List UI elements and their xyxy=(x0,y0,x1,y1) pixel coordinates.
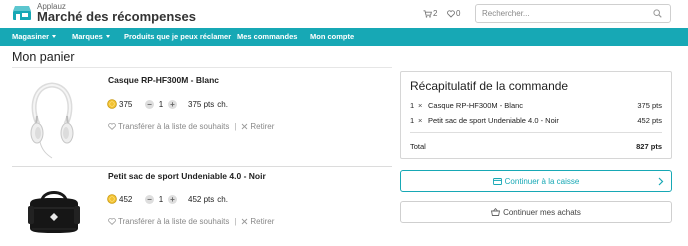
line-total-value: 452 pts xyxy=(188,194,215,204)
heart-icon xyxy=(447,10,455,18)
remove-label: Retirer xyxy=(250,122,275,131)
close-icon xyxy=(242,123,248,130)
cart-item: Casque RP-HF300M - Blanc 375 − 1 + 375 p… xyxy=(12,68,392,166)
total-value: 827 pts xyxy=(636,142,662,151)
checkout-button[interactable]: Continuer à la caisse xyxy=(400,170,672,192)
wishlist-link[interactable]: 0 xyxy=(447,9,460,19)
nav-item-account[interactable]: Mon compte xyxy=(310,28,354,46)
checkout-label: Continuer à la caisse xyxy=(504,176,580,186)
summary-title: Récapitulatif de la commande xyxy=(410,79,569,93)
cart-count: 2 xyxy=(433,9,438,18)
summary-item-points: 452 pts xyxy=(637,116,662,125)
summary-item-name: Casque RP-HF300M - Blanc xyxy=(428,101,524,110)
summary-row: 1 × Petit sac de sport Undeniable 4.0 - … xyxy=(410,116,662,127)
credit-card-icon xyxy=(492,177,502,185)
unit-points: 452 xyxy=(119,194,133,204)
line-total: 375 pts ch. xyxy=(188,100,228,109)
line-total-unit: ch. xyxy=(217,99,228,109)
line-total: 452 pts ch. xyxy=(188,195,228,204)
nav-brands-label: Marques xyxy=(72,32,103,41)
nav-item-claimable[interactable]: Produits que je peux réclamer xyxy=(124,28,231,46)
search-box xyxy=(475,4,671,23)
summary-item-points: 375 pts xyxy=(637,101,662,110)
price-row: 452 − 1 + 452 pts ch. xyxy=(107,193,228,205)
search-input[interactable] xyxy=(476,5,652,22)
unit-points: 375 xyxy=(119,99,133,109)
remove-item-link[interactable]: Retirer xyxy=(241,122,274,131)
duffel-bag-product-image[interactable] xyxy=(26,184,82,240)
heart-icon xyxy=(108,218,116,225)
move-to-wishlist-link[interactable]: Transférer à la liste de souhaits xyxy=(108,122,229,131)
chevron-right-icon xyxy=(658,177,664,186)
divider xyxy=(410,132,662,133)
top-header: Applauz Marché des récompenses 2 0 xyxy=(0,0,688,28)
action-separator: | xyxy=(234,122,237,131)
line-total-value: 375 pts xyxy=(188,99,215,109)
product-name[interactable]: Casque RP-HF300M - Blanc xyxy=(108,75,219,85)
product-name[interactable]: Petit sac de sport Undeniable 4.0 - Noir xyxy=(108,171,266,181)
quantity-decrease-button[interactable]: − xyxy=(145,194,154,204)
cart-item: Petit sac de sport Undeniable 4.0 - Noir… xyxy=(12,167,392,246)
quantity-value: 1 xyxy=(158,99,164,109)
chevron-down-icon xyxy=(52,35,57,38)
move-to-wishlist-label: Transférer à la liste de souhaits xyxy=(118,122,230,131)
shopping-basket-icon xyxy=(491,208,501,216)
nav-item-brands[interactable]: Marques xyxy=(72,28,110,46)
move-to-wishlist-link[interactable]: Transférer à la liste de souhaits xyxy=(108,217,229,226)
quantity-value: 1 xyxy=(158,194,164,204)
search-icon[interactable] xyxy=(653,9,662,18)
times-sign: × xyxy=(418,101,423,110)
wishlist-count: 0 xyxy=(456,9,461,18)
heart-icon xyxy=(108,123,116,130)
continue-shopping-button[interactable]: Continuer mes achats xyxy=(400,201,672,223)
nav-item-orders[interactable]: Mes commandes xyxy=(237,28,297,46)
remove-item-link[interactable]: Retirer xyxy=(241,217,274,226)
close-icon xyxy=(242,218,248,225)
page-title: Mon panier xyxy=(12,50,75,64)
points-coin-icon xyxy=(107,99,117,109)
points-coin-icon xyxy=(107,194,117,204)
main-nav: Magasiner Marques Produits que je peux r… xyxy=(0,28,688,46)
brand-title[interactable]: Marché des récompenses xyxy=(37,9,196,24)
item-actions: Transférer à la liste de souhaits | Reti… xyxy=(108,122,274,131)
price-row: 375 − 1 + 375 pts ch. xyxy=(107,98,228,110)
remove-label: Retirer xyxy=(250,217,275,226)
item-actions: Transférer à la liste de souhaits | Reti… xyxy=(108,217,274,226)
headphones-product-image[interactable] xyxy=(26,80,78,160)
order-summary: Récapitulatif de la commande 1 × Casque … xyxy=(400,71,672,159)
cart-link[interactable]: 2 xyxy=(423,9,437,19)
nav-item-shop[interactable]: Magasiner xyxy=(12,28,57,46)
store-icon[interactable] xyxy=(12,5,32,21)
quantity-decrease-button[interactable]: − xyxy=(145,99,154,109)
times-sign: × xyxy=(418,116,423,125)
summary-item-name: Petit sac de sport Undeniable 4.0 - Noir xyxy=(428,116,559,125)
quantity-increase-button[interactable]: + xyxy=(168,194,177,204)
total-label: Total xyxy=(410,142,426,151)
action-separator: | xyxy=(234,217,237,226)
quantity-increase-button[interactable]: + xyxy=(168,99,177,109)
nav-shop-label: Magasiner xyxy=(12,32,50,41)
summary-row: 1 × Casque RP-HF300M - Blanc 375 pts xyxy=(410,101,662,112)
move-to-wishlist-label: Transférer à la liste de souhaits xyxy=(118,217,230,226)
summary-qty: 1 xyxy=(410,116,415,125)
cart-icon xyxy=(423,10,432,18)
line-total-unit: ch. xyxy=(217,194,228,204)
summary-qty: 1 xyxy=(410,101,415,110)
continue-shopping-label: Continuer mes achats xyxy=(503,207,581,217)
chevron-down-icon xyxy=(105,35,110,38)
